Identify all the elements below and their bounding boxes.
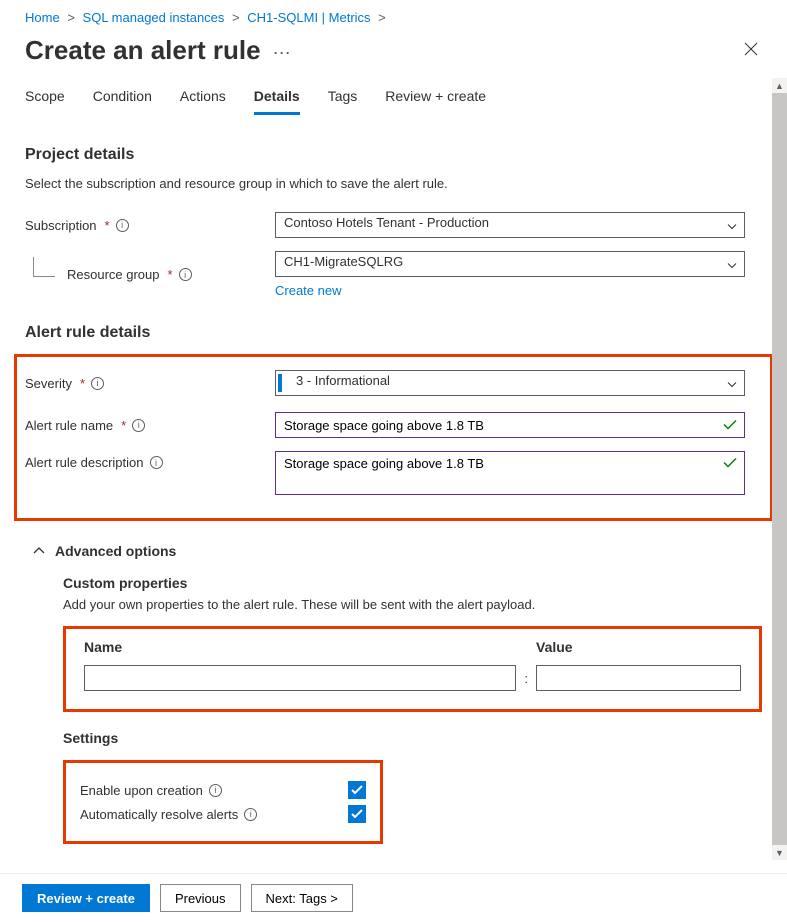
review-create-button[interactable]: Review + create xyxy=(22,884,150,912)
subscription-select[interactable]: Contoso Hotels Tenant - Production xyxy=(275,212,745,238)
check-icon xyxy=(351,785,363,795)
alert-desc-input[interactable] xyxy=(275,451,745,495)
col-name-header: Name xyxy=(84,639,536,655)
breadcrumb: Home > SQL managed instances > CH1-SQLMI… xyxy=(25,10,762,25)
enable-upon-creation-checkbox[interactable] xyxy=(348,781,366,799)
alert-desc-label: Alert rule description xyxy=(25,455,144,470)
enable-upon-creation-label: Enable upon creation xyxy=(80,783,203,798)
tab-bar: Scope Condition Actions Details Tags Rev… xyxy=(25,84,762,116)
breadcrumb-home[interactable]: Home xyxy=(25,10,60,25)
resource-group-select[interactable]: CH1-MigrateSQLRG xyxy=(275,251,745,277)
subscription-value: Contoso Hotels Tenant - Production xyxy=(284,215,489,230)
tab-scope[interactable]: Scope xyxy=(25,84,65,115)
check-icon xyxy=(723,456,737,471)
severity-label: Severity xyxy=(25,376,72,391)
tab-tags[interactable]: Tags xyxy=(328,84,358,115)
create-new-link[interactable]: Create new xyxy=(275,283,341,298)
property-name-input[interactable] xyxy=(84,665,516,691)
info-icon[interactable]: i xyxy=(132,419,145,432)
auto-resolve-checkbox[interactable] xyxy=(348,805,366,823)
property-value-input[interactable] xyxy=(536,665,741,691)
scroll-up-icon: ▲ xyxy=(772,78,787,93)
scrollbar[interactable]: ▲ ▼ xyxy=(772,78,787,860)
colon-separator: : xyxy=(524,671,528,686)
next-button[interactable]: Next: Tags > xyxy=(251,884,353,912)
highlight-settings: Enable upon creation i Automatically res… xyxy=(63,760,383,844)
check-icon xyxy=(351,809,363,819)
required-icon: * xyxy=(168,267,173,282)
more-actions-button[interactable]: ⋯ xyxy=(273,43,291,64)
severity-value: 3 - Informational xyxy=(284,373,390,388)
advanced-options-toggle[interactable]: Advanced options xyxy=(33,543,762,559)
info-icon[interactable]: i xyxy=(91,377,104,390)
info-icon[interactable]: i xyxy=(209,784,222,797)
info-icon[interactable]: i xyxy=(116,219,129,232)
scroll-down-icon: ▼ xyxy=(772,845,787,860)
alert-name-label: Alert rule name xyxy=(25,418,113,433)
chevron-right-icon: > xyxy=(378,10,386,25)
tab-actions[interactable]: Actions xyxy=(180,84,226,115)
info-icon[interactable]: i xyxy=(244,808,257,821)
tree-line-icon xyxy=(33,257,55,277)
highlight-details: Severity * i 3 - Informational Alert rul… xyxy=(14,354,773,521)
highlight-properties: Name Value : xyxy=(63,626,762,712)
severity-select[interactable]: 3 - Informational xyxy=(275,370,745,396)
severity-bar-icon xyxy=(278,374,282,392)
auto-resolve-label: Automatically resolve alerts xyxy=(80,807,238,822)
footer-bar: Review + create Previous Next: Tags > xyxy=(0,873,787,922)
required-icon: * xyxy=(105,218,110,233)
close-button[interactable] xyxy=(740,35,762,66)
chevron-right-icon: > xyxy=(232,10,240,25)
check-icon xyxy=(723,418,737,433)
resource-group-label: Resource group xyxy=(67,267,160,282)
breadcrumb-metrics[interactable]: CH1-SQLMI | Metrics xyxy=(247,10,370,25)
tab-review[interactable]: Review + create xyxy=(385,84,486,115)
alert-name-input[interactable] xyxy=(275,412,745,438)
tab-condition[interactable]: Condition xyxy=(93,84,152,115)
custom-properties-heading: Custom properties xyxy=(63,575,762,591)
breadcrumb-sql-mi[interactable]: SQL managed instances xyxy=(83,10,225,25)
project-details-subtext: Select the subscription and resource gro… xyxy=(25,176,762,191)
required-icon: * xyxy=(80,376,85,391)
page-title: Create an alert rule xyxy=(25,35,261,66)
subscription-label: Subscription xyxy=(25,218,97,233)
previous-button[interactable]: Previous xyxy=(160,884,241,912)
custom-properties-subtext: Add your own properties to the alert rul… xyxy=(63,597,762,612)
alert-rule-details-heading: Alert rule details xyxy=(25,324,762,342)
col-value-header: Value xyxy=(536,639,741,655)
info-icon[interactable]: i xyxy=(179,268,192,281)
advanced-options-label: Advanced options xyxy=(55,543,176,559)
chevron-right-icon: > xyxy=(67,10,75,25)
resource-group-value: CH1-MigrateSQLRG xyxy=(284,254,403,269)
chevron-up-icon xyxy=(33,547,45,555)
required-icon: * xyxy=(121,418,126,433)
settings-heading: Settings xyxy=(63,730,762,746)
scrollbar-thumb[interactable] xyxy=(772,93,787,845)
info-icon[interactable]: i xyxy=(150,456,163,469)
tab-details[interactable]: Details xyxy=(254,84,300,115)
close-icon xyxy=(744,42,758,56)
project-details-heading: Project details xyxy=(25,146,762,164)
